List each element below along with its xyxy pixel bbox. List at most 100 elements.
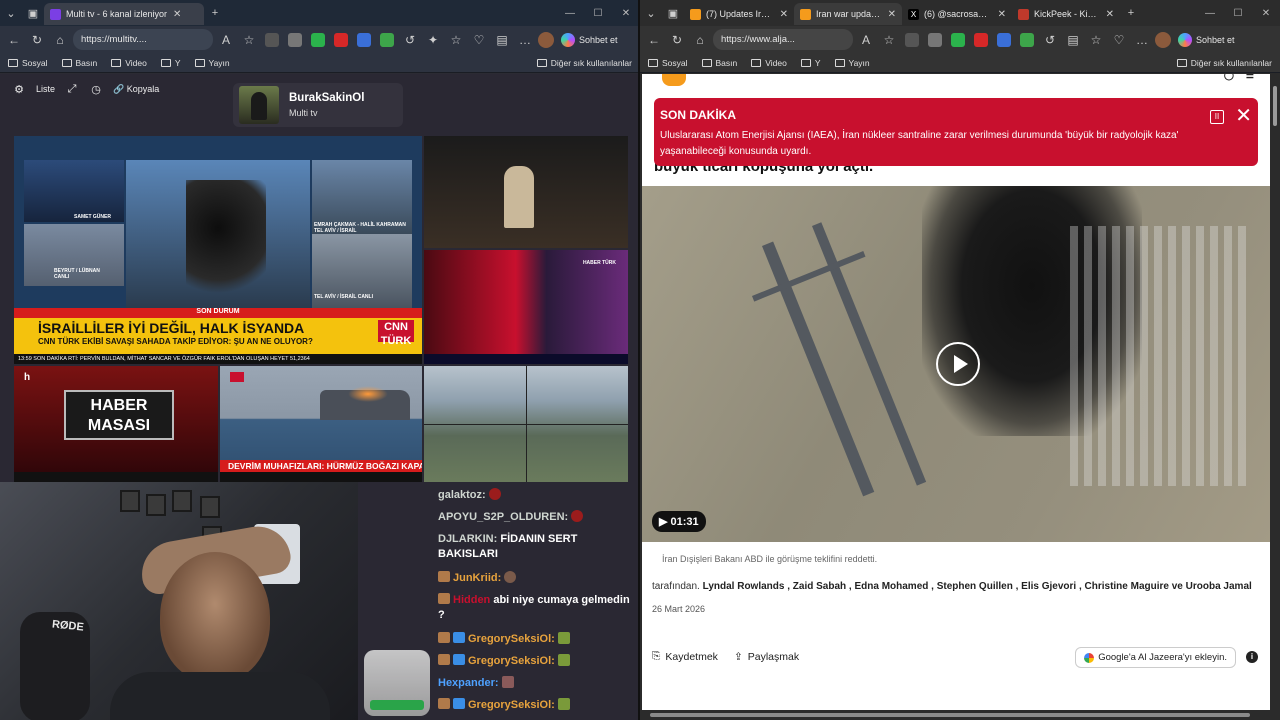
extension-icon[interactable]	[974, 32, 988, 47]
drama-stream[interactable]	[424, 136, 628, 248]
chat-username[interactable]: DJLARKIN:	[438, 533, 497, 545]
translate-icon[interactable]: A	[856, 30, 876, 50]
profile-avatar[interactable]	[538, 31, 554, 48]
refresh-icon[interactable]: ↻	[667, 30, 687, 50]
channel-card[interactable]: BurakSakinOl Multi tv	[233, 83, 403, 127]
sync-icon[interactable]: ↺	[1040, 30, 1060, 50]
collections-icon[interactable]: ☆	[1086, 30, 1106, 50]
copy-button[interactable]: 🔗 Kopyala	[113, 84, 159, 95]
aljazeera-logo[interactable]	[662, 74, 686, 86]
ship-stream[interactable]: DEVRİM MUHAFIZLARI: HÜRMÜZ BOĞAZI KAPALI	[220, 366, 422, 482]
extension-icon[interactable]	[928, 32, 942, 47]
breaking-text[interactable]: Uluslararası Atom Enerjisi Ajansı (IAEA)…	[660, 128, 1220, 160]
bookmark-folder[interactable]: Sosyal	[648, 58, 688, 68]
workspaces-icon[interactable]: ▣	[22, 2, 44, 24]
profile-avatar[interactable]	[1155, 31, 1171, 48]
chat-username[interactable]: GregorySeksiOl:	[468, 699, 555, 711]
bookmark-folder[interactable]: Yayın	[194, 58, 230, 68]
extension-icon[interactable]	[334, 32, 348, 47]
extension-icon[interactable]	[1020, 32, 1034, 47]
maximize-icon[interactable]: ☐	[1224, 8, 1252, 19]
chat-username[interactable]: APOYU_S2P_OLDUREN:	[438, 511, 568, 523]
copilot-button[interactable]: Sohbet et	[561, 32, 618, 47]
workspaces-icon[interactable]: ▣	[662, 2, 684, 24]
scroll-thumb[interactable]	[1273, 86, 1277, 126]
user-icon[interactable]: ◯	[1224, 74, 1234, 81]
fullscreen-icon[interactable]: ⤢	[65, 82, 79, 96]
extension-icon[interactable]	[311, 32, 325, 47]
close-icon[interactable]: ✕	[173, 9, 181, 20]
sync-icon[interactable]: ↺	[400, 30, 420, 50]
extension-icon[interactable]	[905, 32, 919, 47]
extensions-icon[interactable]: ✦	[423, 30, 443, 50]
pause-icon[interactable]: II	[1210, 110, 1224, 124]
minimize-icon[interactable]: —	[556, 8, 584, 19]
cnn-turk-stream[interactable]: SAMET GÜNER BEYRUT / LÜBNAN CANLI EMRAH …	[14, 136, 422, 364]
chat-username[interactable]: JunKriid:	[453, 572, 501, 584]
list-button[interactable]: Liste	[36, 84, 55, 94]
close-icon[interactable]: ✕	[888, 9, 896, 20]
vertical-scrollbar[interactable]	[1270, 74, 1280, 710]
close-icon[interactable]: ✕	[780, 9, 788, 20]
close-window-icon[interactable]: ✕	[1252, 8, 1280, 19]
new-tab-icon[interactable]: +	[204, 2, 226, 24]
maximize-icon[interactable]: ☐	[584, 8, 612, 19]
copilot-button[interactable]: Sohbet et	[1178, 32, 1235, 47]
info-icon[interactable]: i	[1246, 651, 1258, 663]
extension-icon[interactable]	[265, 32, 279, 47]
tab-aljazeera-updates[interactable]: (7) Updates Iran war ✕	[684, 3, 794, 25]
timer-icon[interactable]: ◷	[89, 82, 103, 96]
favorite-star-icon[interactable]: ☆	[879, 30, 899, 50]
close-icon[interactable]: ✕	[998, 9, 1006, 20]
back-icon[interactable]: ←	[4, 30, 24, 50]
tab-iran-war-updates[interactable]: Iran war updates: US ✕	[794, 3, 902, 25]
home-icon[interactable]: ⌂	[50, 30, 70, 50]
bookmark-folder[interactable]: Sosyal	[8, 58, 48, 68]
bookmark-folder[interactable]: Y	[800, 58, 821, 68]
video-player[interactable]: ▶ 01:31	[642, 186, 1270, 542]
menu-icon[interactable]: ☰	[1246, 74, 1254, 81]
bookmark-folder[interactable]: Yayın	[834, 58, 870, 68]
more-icon[interactable]: …	[515, 30, 535, 50]
add-to-google-button[interactable]: Google'a Al Jazeera'yı ekleyin.	[1075, 647, 1236, 668]
extension-icon[interactable]	[380, 32, 394, 47]
horizontal-scrollbar[interactable]	[642, 710, 1270, 720]
bookmark-folder[interactable]: Basın	[701, 58, 737, 68]
minimize-icon[interactable]: —	[1196, 8, 1224, 19]
other-bookmarks[interactable]: Diğer sık kullanılanlar	[536, 58, 632, 68]
favorite-star-icon[interactable]: ☆	[239, 30, 259, 50]
chat-username[interactable]: galaktoz:	[438, 489, 486, 501]
chat-username[interactable]: Hexpander:	[438, 677, 499, 689]
refresh-icon[interactable]: ↻	[27, 30, 47, 50]
video-duration[interactable]: ▶ 01:31	[652, 511, 706, 532]
close-icon[interactable]: ✕	[1106, 9, 1114, 20]
extension-icon[interactable]	[951, 32, 965, 47]
scroll-thumb[interactable]	[650, 713, 1250, 717]
heart-icon[interactable]: ♡	[469, 30, 489, 50]
share-button[interactable]: ⇪ Paylaşmak	[734, 650, 799, 663]
bookmark-folder[interactable]: Y	[160, 58, 181, 68]
chat-username[interactable]: GregorySeksiOl:	[468, 655, 555, 667]
haberturk-stream[interactable]: HABER TÜRK	[424, 250, 628, 364]
chat-username[interactable]: Hidden	[453, 594, 490, 606]
other-bookmarks[interactable]: Diğer sık kullanılanlar	[1176, 58, 1272, 68]
back-icon[interactable]: ←	[644, 30, 664, 50]
settings-gear-icon[interactable]: ⚙	[12, 82, 26, 96]
address-bar[interactable]: https://www.alja...	[713, 29, 853, 50]
save-button[interactable]: ⎘ Kaydetmek	[652, 650, 718, 663]
author-names[interactable]: Lyndal Rowlands , Zaid Sabah , Edna Moha…	[703, 581, 1252, 592]
collections-icon[interactable]: ☆	[446, 30, 466, 50]
bookmark-folder[interactable]: Basın	[61, 58, 97, 68]
more-icon[interactable]: …	[1132, 30, 1152, 50]
haber-masasi-stream[interactable]: h HABER MASASI	[14, 366, 218, 482]
chat-username[interactable]: GregorySeksiOl:	[468, 633, 555, 645]
home-icon[interactable]: ⌂	[690, 30, 710, 50]
tab-kickpeek[interactable]: KickPeek - Kick.com ✕	[1012, 3, 1120, 25]
split-screen-icon[interactable]: ▤	[1063, 30, 1083, 50]
tab-actions-icon[interactable]: ⌄	[0, 2, 22, 24]
new-tab-icon[interactable]: +	[1120, 2, 1142, 24]
split-screen-icon[interactable]: ▤	[492, 30, 512, 50]
heart-icon[interactable]: ♡	[1109, 30, 1129, 50]
close-window-icon[interactable]: ✕	[612, 8, 640, 19]
extension-icon[interactable]	[288, 32, 302, 47]
